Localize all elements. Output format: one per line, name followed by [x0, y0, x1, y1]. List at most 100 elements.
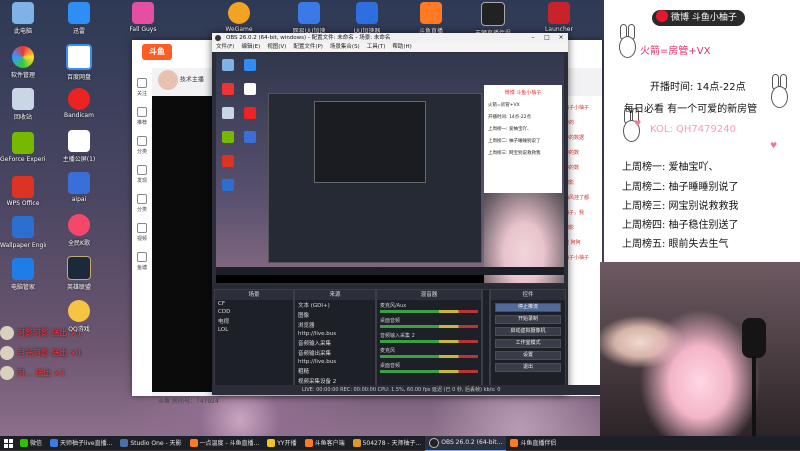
stop-streaming-button[interactable]: 停止推流: [495, 303, 561, 312]
maximize-icon[interactable]: □: [540, 33, 554, 43]
obs-docks: 场景 CF CDD 电视 LOL 来源 文本 (GDI+) 图像 浏览器 htt…: [212, 285, 568, 395]
recycle-bin-icon: [12, 88, 34, 110]
desktop-icon-wegame[interactable]: WeGame: [216, 2, 262, 33]
desktop-icon-wps[interactable]: WPS Office: [0, 176, 46, 207]
menu-help[interactable]: 帮助(H): [392, 43, 411, 52]
compass-icon: [137, 165, 147, 175]
source-item[interactable]: 粗糙: [295, 366, 375, 376]
desktop-icon-fall-guys[interactable]: Fall Guys: [120, 2, 166, 33]
source-item[interactable]: 音频输入采集: [295, 338, 375, 348]
menu-view[interactable]: 视图(V): [267, 43, 286, 52]
mixer-channel[interactable]: 音频输入采集 2: [377, 330, 481, 345]
scene-item[interactable]: CDD: [215, 308, 293, 316]
sources-dock: 来源 文本 (GDI+) 图像 浏览器 http://live.bus 音频输入…: [294, 289, 376, 393]
sidebar-item-discover[interactable]: 发现: [132, 165, 152, 184]
minimize-icon[interactable]: –: [526, 33, 540, 43]
source-item[interactable]: http://live.bus: [295, 330, 375, 338]
desktop-icon-bandicam[interactable]: Bandicam: [56, 88, 102, 119]
sidebar-item-category[interactable]: 分类: [132, 136, 152, 155]
virtual-camera-button[interactable]: 启动虚拟摄像机: [495, 327, 561, 336]
douyu-icon: [304, 438, 313, 447]
taskbar-item[interactable]: 天师柚子live直播...: [46, 436, 116, 451]
source-item[interactable]: http://live.bus: [295, 358, 375, 366]
desktop-icon-anchor-screen[interactable]: 主播公屏(1): [56, 130, 102, 163]
mic-arm: [752, 356, 756, 436]
taskbar-item[interactable]: 微信: [16, 436, 46, 451]
mixer-channel[interactable]: 桌面音频: [377, 360, 481, 375]
obs-preview[interactable]: 微博 斗鱼小柚子 火箭=房管+VX 开播时间: 14点-22点 上周榜一: 爱柚…: [216, 53, 564, 283]
danmaku-item: 中的数: [564, 165, 580, 171]
source-item[interactable]: 浏览器: [295, 320, 375, 330]
studio-mode-button[interactable]: 工作室模式: [495, 339, 561, 348]
obs-window[interactable]: OBS 26.0.2 (64-bit, windows) - 配置文件: 未命名…: [212, 33, 658, 395]
mixer-channel[interactable]: 麦克风/Aux: [377, 300, 481, 315]
menu-edit[interactable]: 编辑(E): [241, 43, 260, 52]
danmaku-item: 柚子小柚子: [564, 105, 590, 111]
desktop-icon-aipai[interactable]: aipai: [56, 172, 102, 203]
wegame-icon: [228, 2, 250, 24]
avatar[interactable]: [158, 70, 178, 90]
menu-file[interactable]: 文件(F): [216, 43, 234, 52]
taskbar-item[interactable]: Studio One - 天影: [116, 436, 185, 451]
menu-profile[interactable]: 配置文件(P): [293, 43, 323, 52]
desktop-icon-wallpaper-engine[interactable]: Wallpaper Engine: 壁纸引擎: [0, 216, 46, 249]
exit-button[interactable]: 退出: [495, 363, 561, 372]
weibo-icon: [656, 10, 668, 22]
mixer-channel[interactable]: 麦克风: [377, 345, 481, 360]
desktop-icon-recycle-bin[interactable]: 回收站: [0, 88, 46, 121]
desktop-icon-xunlei[interactable]: 迅雷: [56, 2, 102, 35]
desktop-icon-geforce[interactable]: GeForce Experience: [0, 132, 46, 163]
desktop-icon-baidu-pan[interactable]: 百度网盘: [56, 44, 102, 81]
source-item[interactable]: 文本 (GDI+): [295, 300, 375, 310]
mixer-channel[interactable]: 桌面音频: [377, 315, 481, 330]
sidebar-item-pond[interactable]: 鱼塘: [132, 252, 152, 271]
avatar: [0, 366, 14, 380]
desktop-icon-this-pc[interactable]: 此电脑: [0, 2, 46, 35]
menu-tools[interactable]: 工具(T): [367, 43, 386, 52]
taskbar-item[interactable]: YY开播: [263, 436, 300, 451]
scene-item[interactable]: LOL: [215, 326, 293, 334]
sidebar-item-recommend[interactable]: 推荐: [132, 107, 152, 126]
obs-icon: [429, 437, 440, 448]
gift-notice: 月光阿影 送出 ×1: [0, 346, 82, 360]
source-item[interactable]: 音频输出采集: [295, 348, 375, 358]
taskbar-item[interactable]: 一点温度 - 斗鱼直播...: [186, 436, 264, 451]
douyu-icon: [420, 2, 442, 24]
taskbar-item[interactable]: 斗鱼客户端: [301, 436, 349, 451]
rank-1: 上周榜一: 爱柚宝吖、: [622, 162, 719, 173]
volume-meter: [380, 325, 478, 328]
overlay-kol: KOL: QH7479240: [650, 124, 736, 135]
desktop-icon-douyu[interactable]: 斗鱼直播: [408, 2, 454, 35]
close-icon[interactable]: ×: [554, 33, 568, 43]
desktop-icon-tianshi[interactable]: 天狮直播伴侣: [470, 2, 516, 37]
cloud-icon: [66, 44, 92, 70]
taskbar-item-obs[interactable]: OBS 26.0.2 (64-bit...: [425, 435, 507, 451]
start-button[interactable]: [0, 436, 16, 450]
desktop-icon-software[interactable]: 软件管理: [0, 46, 46, 79]
desktop-icon-uu[interactable]: UU加速器: [344, 2, 390, 35]
scene-item[interactable]: 电视: [215, 316, 293, 326]
danmaku-item: 柚子，我: [564, 210, 585, 216]
sidebar-item-video[interactable]: 视频: [132, 223, 152, 242]
danmaku-item: 我 阿阿: [564, 240, 581, 246]
danmaku-item: 海风挂了都: [564, 195, 590, 201]
douyu-logo[interactable]: 斗鱼: [142, 44, 172, 60]
desktop-icon-lol[interactable]: 英雄联盟: [56, 256, 102, 291]
source-item[interactable]: 图像: [295, 310, 375, 320]
menu-scene-collection[interactable]: 场景集合(S): [330, 43, 360, 52]
taskbar-item[interactable]: 斗鱼直播伴侣: [506, 436, 560, 451]
desktop-icon-launcher[interactable]: Launcher: [536, 2, 582, 33]
sidebar-item-category-2[interactable]: 分类: [132, 194, 152, 213]
taskbar-item[interactable]: 504278 - 天师柚子...: [349, 436, 426, 451]
danmaku-item: 中的: [564, 120, 575, 126]
obs-titlebar[interactable]: OBS 26.0.2 (64-bit, windows) - 配置文件: 未命名…: [212, 33, 568, 43]
start-recording-button[interactable]: 开始录制: [495, 315, 561, 324]
desktop-icon-pc-manager[interactable]: 电脑管家: [0, 258, 46, 291]
settings-button[interactable]: 设置: [495, 351, 561, 360]
desktop-icon-karaoke[interactable]: 全民K歌: [56, 214, 102, 247]
scene-item[interactable]: CF: [215, 300, 293, 308]
douyu-icon: [189, 438, 198, 447]
sidebar-item-follow[interactable]: 关注: [132, 78, 152, 97]
video-player[interactable]: [152, 96, 220, 392]
desktop-icon-netease-uu[interactable]: 网易UU加速: [286, 2, 332, 35]
